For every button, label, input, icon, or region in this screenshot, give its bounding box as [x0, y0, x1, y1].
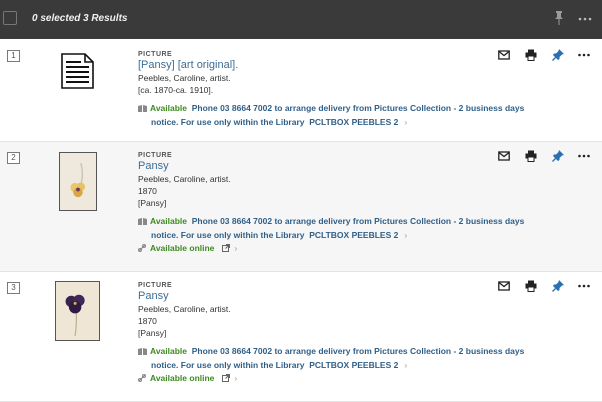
select-all-checkbox[interactable] [3, 11, 17, 25]
chevron-right-icon: › [404, 360, 408, 370]
record-actions [498, 150, 598, 162]
chevron-right-icon: › [404, 230, 408, 240]
record-index: 2 [7, 152, 20, 164]
chevron-right-icon: › [234, 373, 238, 383]
link-icon [138, 374, 146, 382]
pansy-thumbnail[interactable] [59, 152, 97, 211]
pin-icon[interactable] [552, 280, 564, 292]
availability-statement[interactable]: Available Phone 03 8664 7002 to arrange … [138, 214, 562, 242]
result-record: 3 PICTURE Pansy Peebles, Caroline, artis… [0, 272, 602, 402]
result-record: 1 PICTURE [Pansy] [art original]. Peeble… [0, 39, 602, 142]
availability-message-cont: notice. For use only within the Library [151, 230, 305, 240]
availability-message: Phone 03 8664 7002 to arrange delivery f… [191, 346, 525, 356]
external-link-icon [222, 244, 231, 252]
availability-status: Available [150, 103, 188, 113]
more-icon[interactable] [578, 280, 590, 292]
record-date: 1870 [138, 186, 157, 196]
availability-status: Available [150, 216, 188, 226]
record-actions [498, 49, 598, 61]
pin-icon[interactable] [552, 49, 564, 61]
print-icon[interactable] [525, 49, 537, 61]
print-icon[interactable] [525, 150, 537, 162]
results-toolbar: 0 selected 3 Results [0, 0, 602, 39]
external-link-icon [222, 374, 231, 382]
more-icon[interactable] [578, 49, 590, 61]
shelf-location: PCLTBOX PEEBLES 2 [309, 360, 399, 370]
shelf-location: PCLTBOX PEEBLES 2 [309, 117, 399, 127]
email-icon[interactable] [498, 49, 510, 61]
record-creator: Peebles, Caroline, artist. [138, 73, 231, 83]
online-label: Available online [150, 243, 215, 253]
record-creator: Peebles, Caroline, artist. [138, 174, 231, 184]
results-count: 3 Results [83, 13, 128, 24]
more-icon[interactable] [578, 150, 590, 162]
availability-message-cont: notice. For use only within the Library [151, 360, 305, 370]
book-icon [138, 105, 147, 112]
record-subject: [Pansy] [138, 198, 167, 208]
shelf-location: PCLTBOX PEEBLES 2 [309, 230, 399, 240]
chevron-right-icon: › [404, 117, 408, 127]
availability-message-cont: notice. For use only within the Library [151, 117, 305, 127]
document-icon[interactable] [61, 53, 94, 89]
pin-icon[interactable] [552, 150, 564, 162]
email-icon[interactable] [498, 280, 510, 292]
result-record: 2 PICTURE Pansy Peebles, Caroline, artis… [0, 142, 602, 272]
pin-icon[interactable] [553, 11, 565, 25]
book-icon [138, 218, 147, 225]
print-icon[interactable] [525, 280, 537, 292]
chevron-right-icon: › [234, 243, 238, 253]
record-actions [498, 280, 598, 292]
available-online-link[interactable]: Available online › [138, 372, 562, 384]
book-icon [138, 348, 147, 355]
record-date: [ca. 1870-ca. 1910]. [138, 85, 214, 95]
record-creator: Peebles, Caroline, artist. [138, 304, 231, 314]
availability-message: Phone 03 8664 7002 to arrange delivery f… [191, 103, 525, 113]
email-icon[interactable] [498, 150, 510, 162]
availability-statement[interactable]: Available Phone 03 8664 7002 to arrange … [138, 101, 562, 129]
selected-count: 0 selected [32, 13, 81, 24]
more-icon[interactable] [578, 17, 592, 21]
online-label: Available online [150, 373, 215, 383]
availability-statement[interactable]: Available Phone 03 8664 7002 to arrange … [138, 344, 562, 372]
record-index: 1 [7, 50, 20, 62]
record-index: 3 [7, 282, 20, 294]
record-date: 1870 [138, 316, 157, 326]
link-icon [138, 244, 146, 252]
record-subject: [Pansy] [138, 328, 167, 338]
availability-status: Available [150, 346, 188, 356]
available-online-link[interactable]: Available online › [138, 242, 562, 254]
availability-message: Phone 03 8664 7002 to arrange delivery f… [191, 216, 525, 226]
pansy-thumbnail[interactable] [55, 281, 100, 341]
